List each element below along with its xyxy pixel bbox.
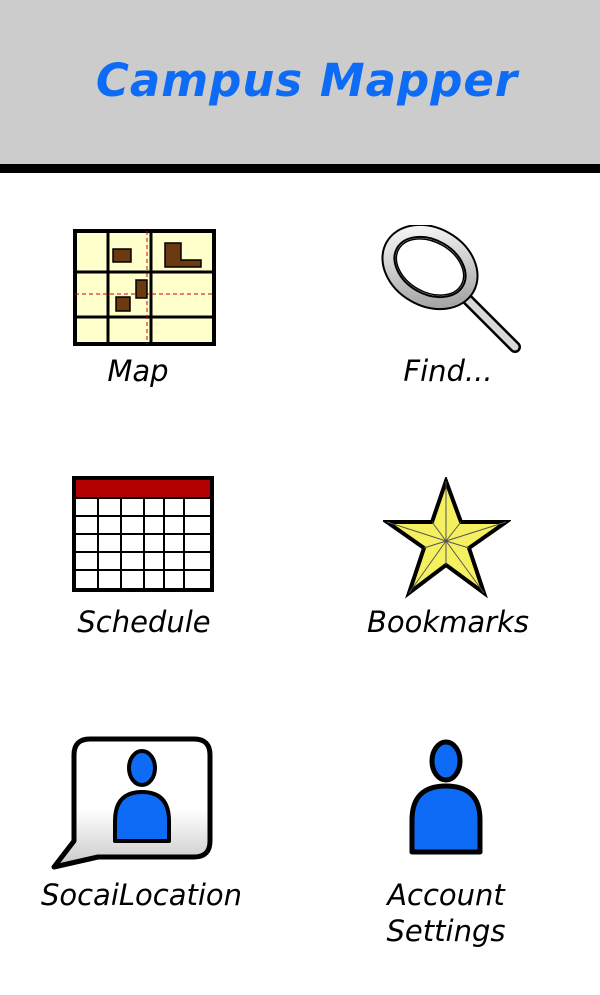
map-label: Map	[107, 354, 169, 388]
bookmarks-label: Bookmarks	[366, 605, 530, 639]
account-settings-label-line1: Account	[387, 878, 505, 912]
magnifying-glass-icon	[381, 225, 521, 353]
account-settings-label-line2: Settings	[386, 914, 506, 948]
schedule-label: Schedule	[77, 605, 211, 639]
account-settings-button[interactable]: Account Settings	[370, 735, 530, 950]
person-speech-bubble-icon	[51, 736, 213, 870]
find-button[interactable]: Find...	[360, 225, 540, 395]
social-location-button[interactable]: SocaiLocation	[35, 735, 250, 920]
star-icon	[383, 477, 511, 599]
schedule-button[interactable]: Schedule	[60, 470, 230, 645]
map-icon	[73, 229, 216, 346]
calendar-icon	[72, 476, 214, 592]
map-button[interactable]: Map	[60, 225, 230, 395]
social-location-label: SocaiLocation	[40, 878, 243, 912]
app-title: Campus Mapper	[95, 54, 519, 107]
app-header: Campus Mapper	[0, 0, 600, 173]
find-label: Find...	[403, 354, 493, 388]
person-icon	[409, 739, 483, 855]
bookmarks-button[interactable]: Bookmarks	[355, 475, 550, 645]
